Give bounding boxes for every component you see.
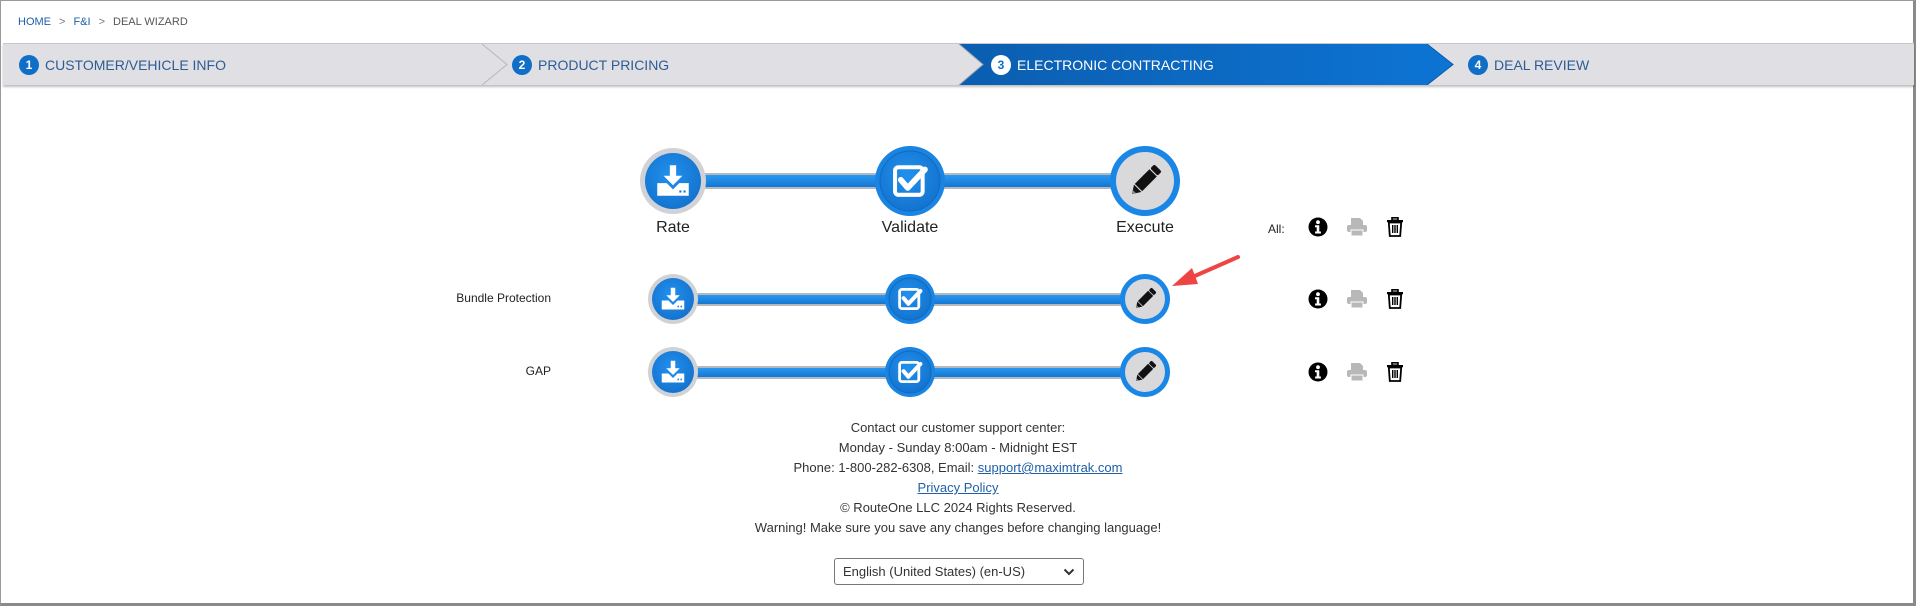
footer: Contact our customer support center: Mon…	[0, 418, 1916, 538]
copyright: © RouteOne LLC 2024 Rights Reserved.	[840, 500, 1076, 515]
chevron-down-icon	[1063, 568, 1075, 575]
stage-validate-circle[interactable]	[875, 146, 945, 216]
stage-execute-circle[interactable]	[1110, 146, 1180, 216]
all-actions-label: All:	[1268, 222, 1285, 236]
privacy-policy-link[interactable]: Privacy Policy	[918, 480, 999, 495]
print-icon	[1346, 216, 1368, 238]
support-heading: Contact our customer support center:	[850, 420, 1066, 435]
trash-icon[interactable]	[1384, 361, 1406, 383]
product-name-bundle-protection: Bundle Protection	[456, 291, 551, 305]
product-validate-button[interactable]	[885, 274, 935, 324]
info-icon[interactable]	[1307, 361, 1329, 383]
stage-track-header	[640, 146, 1180, 216]
stage-rate-circle[interactable]	[640, 148, 706, 214]
support-contact: Phone: 1-800-282-6308, Email: support@ma…	[0, 458, 1916, 478]
stage-label-validate: Validate	[881, 219, 939, 236]
support-phone: Phone: 1-800-282-6308, Email:	[793, 460, 978, 475]
trash-icon[interactable]	[1384, 288, 1406, 310]
info-icon[interactable]	[1307, 288, 1329, 310]
product-name-gap: GAP	[525, 364, 551, 378]
info-icon[interactable]	[1307, 216, 1329, 238]
language-select[interactable]: English (United States) (en-US)	[834, 558, 1084, 585]
support-email-link[interactable]: support@maximtrak.com	[978, 460, 1123, 475]
product-execute-button[interactable]	[1120, 274, 1170, 324]
product-rate-button[interactable]	[648, 347, 698, 397]
language-warning: Warning! Make sure you save any changes …	[754, 520, 1162, 535]
product-track-gap	[648, 347, 1170, 397]
trash-icon[interactable]	[1384, 216, 1406, 238]
language-selected-value: English (United States) (en-US)	[843, 564, 1026, 579]
stage-label-execute: Execute	[1116, 219, 1174, 236]
product-validate-button[interactable]	[885, 347, 935, 397]
product-execute-button[interactable]	[1120, 347, 1170, 397]
stage-label-rate: Rate	[656, 219, 690, 236]
print-icon	[1346, 361, 1368, 383]
annotation-arrow-icon	[1172, 255, 1240, 286]
product-rate-button[interactable]	[648, 274, 698, 324]
support-hours: Monday - Sunday 8:00am - Midnight EST	[838, 440, 1078, 455]
print-icon	[1346, 288, 1368, 310]
product-track-bundle-protection	[648, 274, 1170, 324]
